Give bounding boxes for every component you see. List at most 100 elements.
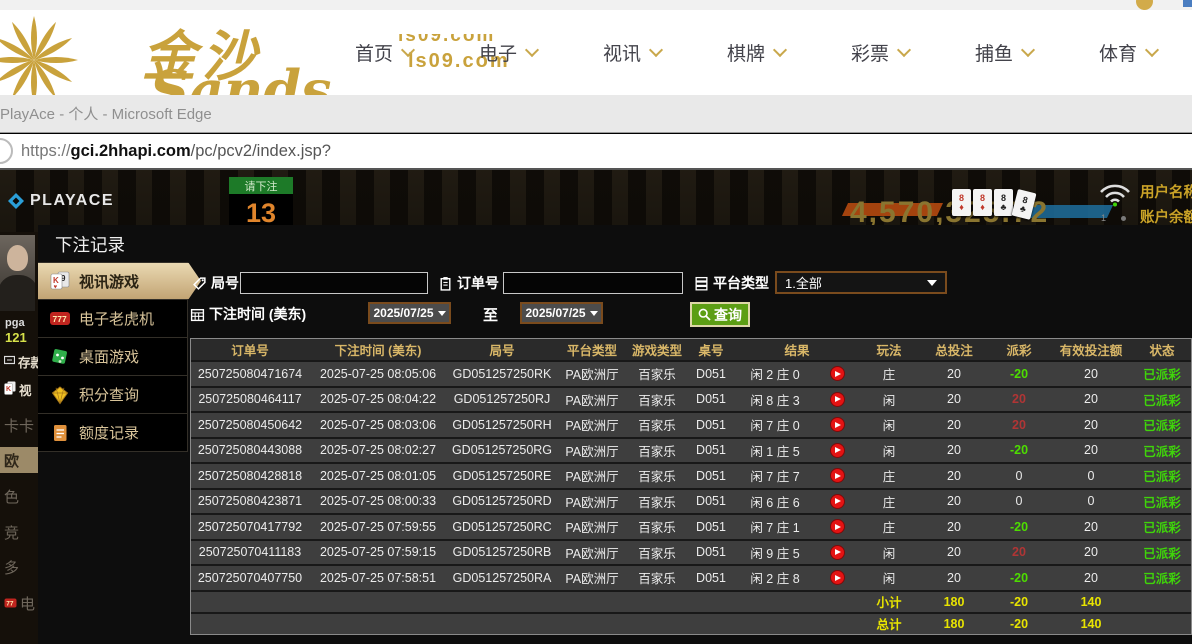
column-header: 平台类型: [557, 340, 627, 359]
cell-round: GD051257250RC: [447, 520, 557, 534]
sidebar-tab-额度记录[interactable]: 额度记录: [38, 414, 188, 452]
play-replay-icon[interactable]: [830, 468, 845, 483]
browser-top-strip: [0, 0, 1192, 10]
url-domain: gci.2hhapi.com: [71, 142, 191, 161]
cell-game: 百家乐: [627, 568, 687, 587]
game-stage: PLAYACE 请下注 13 4,570,325.72 8♦8♦8♣8♣ 1 2…: [0, 170, 1192, 644]
lobby-menu-item[interactable]: 欧: [0, 447, 38, 473]
cell-status: 已派彩: [1133, 492, 1191, 511]
nav-item[interactable]: 电子: [446, 10, 570, 95]
url-protocol: https://: [21, 142, 71, 161]
column-header: 局号: [447, 340, 557, 359]
total-row-total-bet: 180: [919, 617, 989, 631]
table-row: 2507250804238712025-07-25 08:00:33GD0512…: [191, 488, 1191, 514]
search-icon: [698, 308, 711, 321]
url-path: /pc/pcv2/index.jsp?: [191, 142, 331, 161]
avatar[interactable]: [0, 235, 35, 311]
cell-table: D051: [687, 418, 735, 432]
address-bar[interactable]: https://gci.2hhapi.com/pc/pcv2/index.jsp…: [0, 134, 1192, 170]
nav-item[interactable]: 捕鱼: [942, 10, 1066, 95]
play-replay-icon[interactable]: [830, 443, 845, 458]
calendar-icon: [190, 307, 205, 322]
cell-total-bet: 20: [919, 469, 989, 483]
nav-item[interactable]: 视讯: [570, 10, 694, 95]
order-input[interactable]: [503, 272, 683, 294]
cell-status: 已派彩: [1133, 441, 1191, 460]
total-row-payout: -20: [989, 617, 1049, 631]
cell-bet-on: 庄: [859, 364, 919, 383]
playing-card: 8♦: [973, 189, 992, 216]
play-replay-icon[interactable]: [830, 392, 845, 407]
column-header: 游戏类型: [627, 340, 687, 359]
nav-item[interactable]: 彩票: [818, 10, 942, 95]
cell-result: 闲 9 庄 5: [735, 543, 815, 562]
modal-title: 下注记录: [55, 232, 125, 257]
table-header-row: 订单号下注时间 (美东)局号平台类型游戏类型桌号结果玩法总投注派彩有效投注额状态: [191, 339, 1191, 360]
date-to-button[interactable]: 2025/07/25: [520, 302, 603, 324]
nav-item[interactable]: 体育: [1066, 10, 1190, 95]
lobby-menu-item[interactable]: K视: [0, 376, 38, 402]
lobby-menu-item[interactable]: 竞: [0, 519, 38, 545]
cell-bet-on: 闲: [859, 543, 919, 562]
cell-payout: 20: [989, 418, 1049, 432]
column-header: 派彩: [989, 340, 1049, 359]
lobby-menu-item[interactable]: 77电: [0, 590, 38, 616]
chevron-down-icon: [438, 311, 446, 316]
records-icon: [49, 422, 71, 444]
cell-status: 已派彩: [1133, 466, 1191, 485]
sidebar-tab-电子老虎机[interactable]: 777电子老虎机: [38, 300, 188, 338]
play-replay-icon[interactable]: [830, 366, 845, 381]
sidebar-tab-桌面游戏[interactable]: 桌面游戏: [38, 338, 188, 376]
cell-round: GD051257250RG: [447, 443, 557, 457]
cell-result: 闲 2 庄 8: [735, 568, 815, 587]
cell-order: 250725080450642: [191, 418, 309, 432]
cell-payout: -20: [989, 443, 1049, 457]
cell-game: 百家乐: [627, 543, 687, 562]
sidebar-tab-积分查询[interactable]: 积分查询: [38, 376, 188, 414]
cell-round: GD051257250RB: [447, 545, 557, 559]
search-button[interactable]: 查询: [690, 302, 750, 327]
bet-timer: 请下注 13: [229, 177, 293, 232]
play-replay-icon[interactable]: [830, 494, 845, 509]
points-balance: 121: [5, 330, 27, 345]
column-header: 状态: [1133, 340, 1191, 359]
lobby-menu-item[interactable]: 卡卡: [0, 412, 38, 438]
cell-platform: PA欧洲厅: [557, 466, 627, 485]
column-header: 总投注: [919, 340, 989, 359]
nav-item[interactable]: 棋牌: [694, 10, 818, 95]
cell-replay: [815, 392, 859, 407]
partial-window-icon: [1183, 0, 1192, 7]
cell-game: 百家乐: [627, 364, 687, 383]
lobby-menu-item[interactable]: 色: [0, 483, 38, 509]
cell-status: 已派彩: [1133, 390, 1191, 409]
cell-replay: [815, 519, 859, 534]
nav-item[interactable]: 首页: [322, 10, 446, 95]
cell-order: 250725070411183: [191, 545, 309, 559]
platform-icon: [694, 276, 709, 291]
play-replay-icon[interactable]: [830, 570, 845, 585]
column-header: 桌号: [687, 340, 735, 359]
cell-replay: [815, 494, 859, 509]
cell-valid-bet: 20: [1049, 367, 1133, 381]
lobby-menu-item[interactable]: 多: [0, 554, 38, 580]
round-input[interactable]: [240, 272, 428, 294]
slots-mini-icon: 77: [4, 595, 17, 612]
cell-payout: -20: [989, 571, 1049, 585]
table-row: 2507250704177922025-07-25 07:59:55GD0512…: [191, 513, 1191, 539]
platform-select[interactable]: 1.全部: [775, 271, 947, 294]
table-row: 2507250804641172025-07-25 08:04:22GD0512…: [191, 386, 1191, 412]
nav-item-label: 首页: [355, 39, 393, 66]
lobby-left-panel: pga 121 存款K视卡卡欧色竞多77电: [0, 232, 38, 644]
cell-valid-bet: 0: [1049, 469, 1133, 483]
chevron-down-icon: [401, 43, 415, 57]
play-replay-icon[interactable]: [830, 545, 845, 560]
play-replay-icon[interactable]: [830, 519, 845, 534]
cell-round: GD051257250RD: [447, 494, 557, 508]
lobby-menu-item[interactable]: 存款: [0, 348, 38, 374]
play-replay-icon[interactable]: [830, 417, 845, 432]
sidebar-tab-视讯游戏[interactable]: 9K♥视讯游戏: [38, 262, 201, 300]
date-from-button[interactable]: 2025/07/25: [368, 302, 451, 324]
lobby-menu-label: 竞: [4, 522, 19, 543]
cell-platform: PA欧洲厅: [557, 492, 627, 511]
cell-replay: [815, 417, 859, 432]
